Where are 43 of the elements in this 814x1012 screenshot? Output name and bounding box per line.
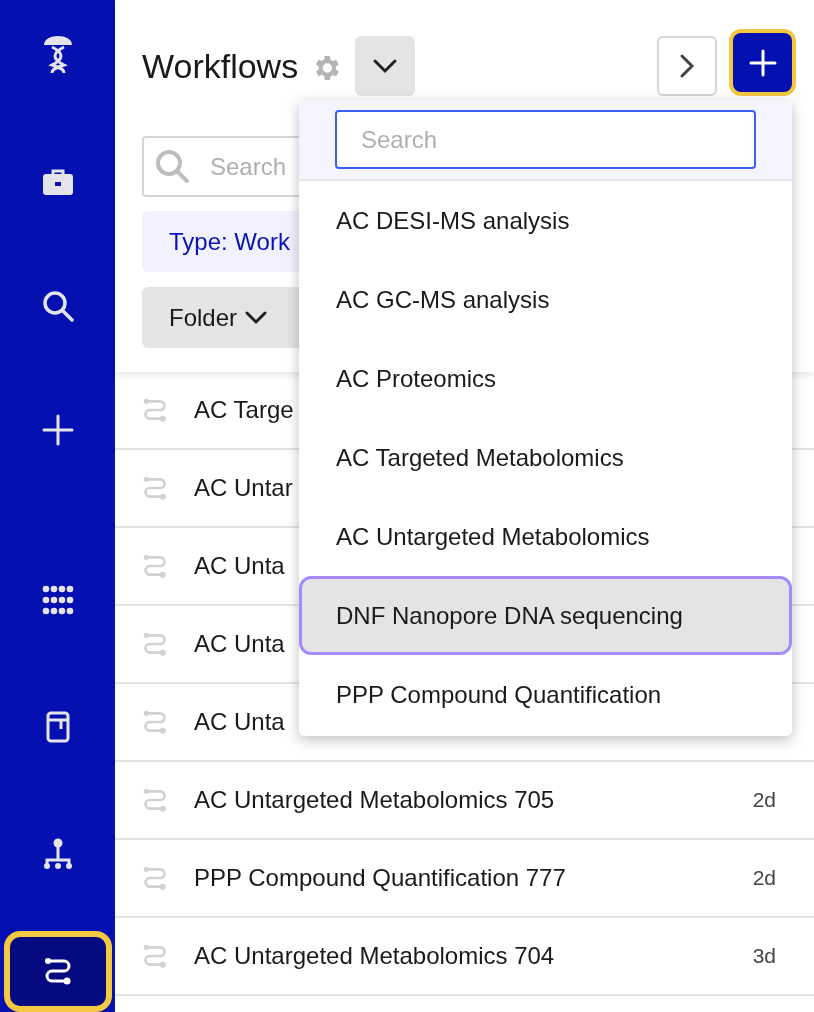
- chevron-down-icon: [372, 58, 399, 74]
- workflow-name: AC Unta: [194, 551, 285, 581]
- dropdown-search-field[interactable]: Search: [335, 110, 756, 169]
- hierarchy-icon[interactable]: [41, 838, 74, 871]
- age-label: 2d: [752, 787, 776, 814]
- workflow-name: AC Unta: [194, 629, 285, 659]
- dropdown-item[interactable]: AC Untargeted Metabolomics: [299, 497, 792, 576]
- workflow-name: AC Unta: [194, 707, 285, 737]
- workflow-icon: [142, 709, 168, 735]
- workflow-name: AC Targe: [194, 395, 294, 425]
- apps-grid-icon[interactable]: [41, 584, 74, 615]
- workflow-icon: [142, 631, 168, 657]
- briefcase-icon[interactable]: [41, 167, 74, 196]
- workflow-row[interactable]: PPP Compound Quantification 777 2d: [115, 840, 814, 918]
- search-icon[interactable]: [41, 289, 74, 322]
- workflow-name: AC Untargeted Metabolomics 705: [194, 785, 555, 815]
- workflow-icon: [142, 475, 168, 501]
- plus-icon: [748, 48, 777, 77]
- chevron-down-icon: [245, 310, 268, 325]
- workflow-name: PPP Compound Quantification 777: [194, 863, 566, 893]
- next-button[interactable]: [657, 36, 717, 96]
- age-label: 2d: [752, 865, 776, 892]
- workflow-icon: [142, 787, 168, 813]
- chevron-right-icon: [679, 53, 695, 79]
- workflow-name: AC Untargeted Metabolomics 704: [194, 941, 555, 971]
- search-icon: [154, 148, 190, 184]
- workflow-icon: [142, 943, 168, 969]
- dropdown-item[interactable]: PPP Compound Quantification: [299, 655, 792, 734]
- sidebar-item[interactable]: [3, 930, 112, 1012]
- dropdown-item[interactable]: DNF Nanopore DNA sequencing: [299, 576, 792, 655]
- workflow-icon: [142, 865, 168, 891]
- workflow-row[interactable]: AC Untargeted Metabolomics 704 3d: [115, 918, 814, 996]
- workflow-name: AC Untar: [194, 473, 293, 503]
- workflow-row[interactable]: AC Untargeted Metabolomics 705 2d: [115, 762, 814, 840]
- workflow-icon: [142, 397, 168, 423]
- dropdown-item[interactable]: AC Targeted Metabolomics: [299, 418, 792, 497]
- workflow-icon: [142, 553, 168, 579]
- plus-icon[interactable]: [41, 414, 74, 447]
- dropdown-toggle-button[interactable]: [355, 36, 416, 96]
- age-label: 3d: [752, 943, 776, 970]
- page-title: Workflows: [142, 49, 299, 83]
- workflow-icon[interactable]: [42, 957, 73, 986]
- notebook-icon[interactable]: [45, 710, 70, 743]
